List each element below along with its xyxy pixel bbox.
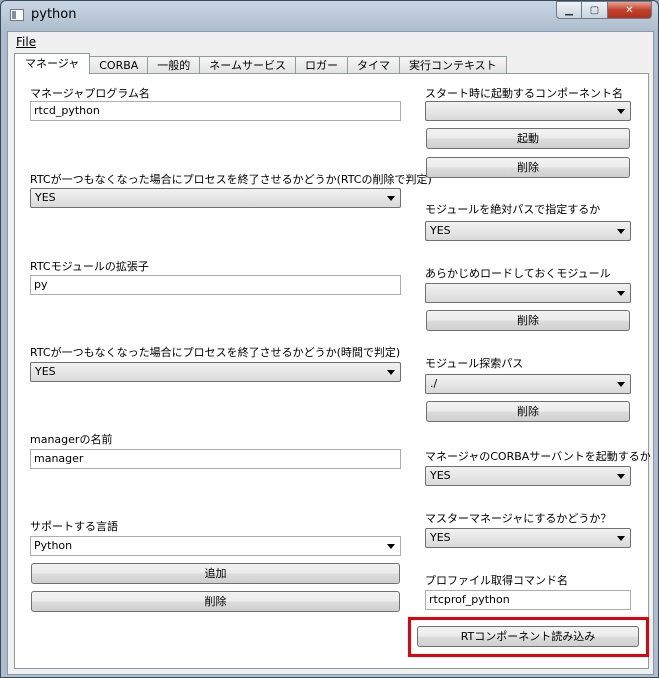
dropdown-arrow-icon bbox=[617, 474, 625, 479]
shutdown-rtc-label: RTCが一つもなくなった場合にプロセスを終了させるかどうか(RTCの削除で判定) bbox=[30, 173, 432, 186]
dropdown-arrow-icon bbox=[617, 291, 625, 296]
tab-naming-service[interactable]: ネームサービス bbox=[199, 56, 296, 74]
search-path-label: モジュール探索パス bbox=[425, 357, 524, 370]
menu-bar: File bbox=[8, 32, 653, 52]
module-ext-label: RTCモジュールの拡張子 bbox=[30, 260, 149, 273]
dropdown-arrow-icon bbox=[387, 196, 395, 201]
dropdown-arrow-icon bbox=[387, 370, 395, 375]
window-controls: ▁ ▢ ✕ bbox=[556, 1, 652, 19]
dropdown-arrow-icon bbox=[387, 544, 395, 549]
program-name-input[interactable]: rtcd_python bbox=[30, 101, 401, 121]
title-bar[interactable]: python ▁ ▢ ✕ bbox=[1, 1, 658, 29]
dropdown-arrow-icon bbox=[617, 536, 625, 541]
close-icon: ✕ bbox=[625, 4, 634, 16]
manager-name-input[interactable]: manager bbox=[30, 449, 401, 469]
shutdown-time-select[interactable]: YES bbox=[30, 362, 401, 382]
dropdown-arrow-icon bbox=[617, 229, 625, 234]
manager-panel: マネージャプログラム名 rtcd_python RTCが一つもなくなった場合にプ… bbox=[14, 73, 651, 669]
profile-cmd-input[interactable]: rtcprof_python bbox=[425, 590, 631, 610]
tab-logger[interactable]: ロガー bbox=[294, 56, 348, 74]
maximize-icon: ▢ bbox=[589, 4, 600, 16]
start-button[interactable]: 起動 bbox=[426, 128, 630, 149]
shutdown-rtc-value: YES bbox=[35, 191, 56, 204]
search-path-delete-button[interactable]: 削除 bbox=[426, 401, 630, 422]
dropdown-arrow-icon bbox=[617, 109, 625, 114]
minimize-icon: ▁ bbox=[565, 4, 573, 16]
startup-delete-button[interactable]: 削除 bbox=[426, 157, 630, 178]
preload-delete-button[interactable]: 削除 bbox=[426, 310, 630, 331]
delete-lang-button[interactable]: 削除 bbox=[31, 591, 400, 612]
master-manager-select[interactable]: YES bbox=[425, 528, 631, 548]
support-lang-value: Python bbox=[34, 539, 73, 552]
app-icon bbox=[10, 9, 24, 21]
tab-manager[interactable]: マネージャ bbox=[14, 53, 91, 74]
tab-corba[interactable]: CORBA bbox=[89, 56, 149, 74]
highlight-box bbox=[408, 617, 649, 657]
close-button[interactable]: ✕ bbox=[608, 1, 652, 19]
support-lang-select[interactable]: Python bbox=[30, 536, 401, 556]
support-lang-label: サポートする言語 bbox=[30, 520, 118, 533]
corba-servant-label: マネージャのCORBAサーバントを起動するか bbox=[425, 450, 651, 463]
program-name-label: マネージャプログラム名 bbox=[30, 87, 150, 100]
master-manager-value: YES bbox=[430, 531, 451, 544]
master-manager-label: マスターマネージャにするかどうか？ bbox=[425, 512, 612, 525]
menu-file[interactable]: File bbox=[16, 35, 36, 49]
abs-path-label: モジュールを絶対パスで指定するか bbox=[425, 203, 601, 216]
menu-file-label: File bbox=[16, 35, 37, 49]
client-area: File マネージャ CORBA 一般的 ネームサービス ロガー タイマ 実行コ… bbox=[7, 31, 654, 675]
preload-module-select[interactable] bbox=[425, 283, 631, 303]
tab-general[interactable]: 一般的 bbox=[147, 56, 201, 74]
shutdown-time-label: RTCが一つもなくなった場合にプロセスを終了させるかどうか(時間で判定) bbox=[30, 346, 401, 359]
corba-servant-value: YES bbox=[430, 469, 451, 482]
corba-servant-select[interactable]: YES bbox=[425, 466, 631, 486]
app-window: python ▁ ▢ ✕ File マネージャ CORBA 一般的 ネームサービ… bbox=[0, 0, 659, 678]
startup-component-label: スタート時に起動するコンポーネント名 bbox=[425, 87, 623, 100]
tab-bar: マネージャ CORBA 一般的 ネームサービス ロガー タイマ 実行コンテキスト bbox=[14, 53, 507, 74]
abs-path-value: YES bbox=[430, 224, 451, 237]
shutdown-rtc-select[interactable]: YES bbox=[30, 188, 401, 208]
search-path-value: ./ bbox=[430, 377, 438, 390]
startup-component-select[interactable] bbox=[425, 101, 631, 121]
profile-cmd-label: プロファイル取得コマンド名 bbox=[425, 574, 568, 587]
search-path-select[interactable]: ./ bbox=[425, 374, 631, 394]
dropdown-arrow-icon bbox=[617, 382, 625, 387]
window-title: python bbox=[31, 7, 77, 22]
abs-path-select[interactable]: YES bbox=[425, 221, 631, 241]
add-lang-button[interactable]: 追加 bbox=[31, 563, 400, 584]
maximize-button[interactable]: ▢ bbox=[582, 1, 608, 19]
preload-module-label: あらかじめロードしておくモジュール bbox=[425, 267, 611, 280]
manager-name-label: managerの名前 bbox=[30, 433, 113, 446]
minimize-button[interactable]: ▁ bbox=[556, 1, 582, 19]
module-ext-input[interactable]: py bbox=[30, 275, 401, 295]
shutdown-time-value: YES bbox=[35, 365, 56, 378]
tab-timer[interactable]: タイマ bbox=[346, 56, 400, 74]
tab-execution-context[interactable]: 実行コンテキスト bbox=[398, 56, 507, 74]
